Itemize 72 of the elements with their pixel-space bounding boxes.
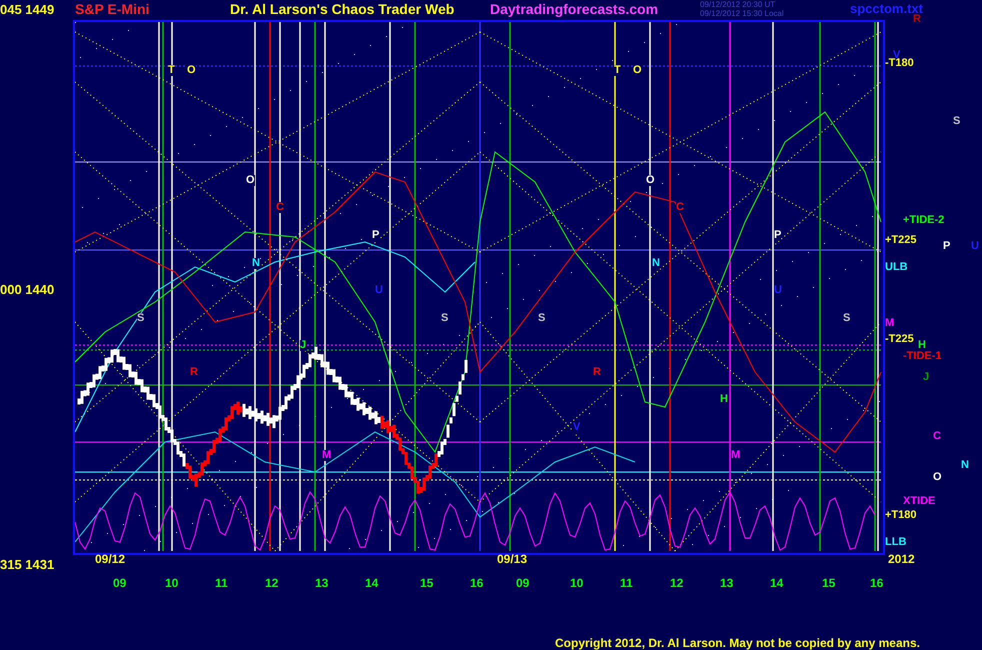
chart-label: O bbox=[187, 65, 196, 76]
chart-label: C bbox=[676, 202, 684, 213]
time-axis-label: 11 bbox=[215, 577, 228, 589]
time-axis-label: 16 bbox=[470, 577, 484, 589]
time-axis-label: 14 bbox=[365, 577, 378, 589]
instrument-title: S&P E-Mini bbox=[75, 0, 150, 16]
chart-label: C bbox=[276, 202, 284, 213]
chart-label: H bbox=[720, 394, 728, 405]
date-label: 09/12 bbox=[95, 553, 126, 565]
date-label: 09/13 bbox=[497, 553, 528, 565]
file-name: spcctom.txt bbox=[850, 0, 923, 15]
chart-label: C bbox=[933, 431, 941, 442]
time-axis-label: 13 bbox=[315, 577, 328, 589]
chart-label: U bbox=[971, 241, 979, 252]
chart-label: M bbox=[322, 450, 332, 461]
chart-label: J bbox=[923, 372, 930, 383]
chart-label: P bbox=[372, 230, 380, 241]
chart-label: T bbox=[168, 65, 175, 76]
chart-label: O bbox=[246, 175, 255, 186]
chart-label: -TIDE-1 bbox=[903, 351, 942, 362]
chart-label: R bbox=[913, 14, 921, 25]
price-label: 045 1449 bbox=[0, 1, 56, 16]
chart-label: R bbox=[190, 367, 198, 378]
chart-label: N bbox=[961, 460, 969, 471]
chart-label: S bbox=[441, 313, 448, 324]
chart-label: O bbox=[933, 472, 942, 483]
chart-label: ULB bbox=[885, 262, 908, 273]
time-axis-label: 12 bbox=[670, 577, 684, 589]
time-axis-label: 16 bbox=[870, 577, 884, 589]
time-axis-label: 15 bbox=[822, 577, 836, 589]
chart-label: +T225 bbox=[885, 235, 916, 246]
chart-label: +T180 bbox=[885, 510, 916, 521]
time-axis-label: 12 bbox=[265, 577, 278, 589]
date-label: 2012 bbox=[888, 553, 915, 565]
timestamp: 09/12/2012 15:30 Local bbox=[700, 9, 785, 18]
timestamp: 09/12/2012 20:30 UT bbox=[700, 0, 776, 9]
chart-label: T bbox=[614, 65, 621, 76]
site-name: Daytradingforecasts.com bbox=[490, 0, 660, 16]
time-axis-label: 10 bbox=[165, 577, 178, 589]
time-axis-label: 15 bbox=[420, 577, 434, 589]
chart-label: -T225 bbox=[885, 334, 914, 345]
time-axis-label: 11 bbox=[620, 577, 633, 589]
chart-label: P bbox=[943, 241, 950, 252]
chart-label: U bbox=[375, 285, 383, 296]
time-axis-label: 10 bbox=[570, 577, 584, 589]
chart-label: S bbox=[843, 313, 850, 324]
time-axis-label: 09 bbox=[516, 577, 530, 589]
price-label: 000 1440 bbox=[0, 283, 54, 296]
chart-label: J bbox=[300, 340, 306, 351]
chart-label: O bbox=[646, 175, 655, 186]
chart-label: S bbox=[137, 313, 144, 324]
chart-label: H bbox=[918, 340, 926, 351]
chart-label: S bbox=[538, 313, 546, 324]
chart-label: V bbox=[573, 422, 580, 433]
chart-label: XTIDE bbox=[903, 496, 936, 507]
time-axis-label: 14 bbox=[770, 577, 784, 589]
chart-label: LLB bbox=[885, 537, 906, 548]
price-label: 315 1431 bbox=[0, 558, 54, 571]
chart-label: P bbox=[774, 230, 782, 241]
chart-label: U bbox=[774, 285, 782, 296]
copyright-text: Copyright 2012, Dr. Al Larson. May not be copied by any means. bbox=[555, 637, 920, 649]
chart-label: O bbox=[633, 65, 642, 76]
chart-label: N bbox=[252, 258, 260, 269]
chart-label: N bbox=[652, 258, 660, 269]
chart-label: S bbox=[953, 116, 960, 127]
chart-label: R bbox=[593, 367, 601, 378]
page-title: Dr. Al Larson's Chaos Trader Web bbox=[230, 0, 456, 16]
time-axis-label: 13 bbox=[720, 577, 734, 589]
chart-label: M bbox=[731, 450, 740, 461]
chart-label: +TIDE-2 bbox=[903, 215, 944, 226]
time-axis-label: 09 bbox=[113, 577, 126, 589]
chart-label: M bbox=[885, 318, 894, 329]
